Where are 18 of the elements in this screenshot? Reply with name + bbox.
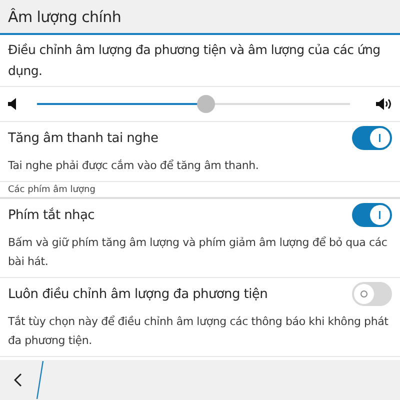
setting-label: Tăng âm thanh tai nghe (8, 130, 158, 146)
description-text: Điều chỉnh âm lượng đa phương tiện và âm lượng của các ứng dụng. (0, 35, 400, 87)
setting-label: Phím tắt nhạc (8, 208, 94, 222)
page-title: Âm lượng chính (8, 8, 122, 26)
toggle-switch[interactable] (352, 282, 392, 306)
slider-thumb[interactable] (197, 95, 216, 113)
off-mark-icon (360, 290, 368, 298)
toggle-switch[interactable] (352, 126, 392, 150)
setting-note: Tắt tùy chọn này để điều chỉnh âm lượng các thông báo khi không phát đa phương tiện. (0, 310, 400, 357)
volume-high-icon (376, 98, 392, 110)
toggle-switch[interactable] (352, 203, 392, 227)
setting-note: Bấm và giữ phím tăng âm lượng và phím giảm âm lượng để bỏ qua các bài hát. (0, 231, 400, 278)
section-header: Các phím âm lượng (0, 182, 400, 199)
back-button[interactable] (14, 373, 22, 387)
setting-note: Tai nghe phải được cắm vào để tăng âm thanh. (0, 154, 400, 182)
setting-label: Luôn điều chỉnh âm lượng đa phương tiện (8, 286, 268, 302)
divider-slash-icon (36, 361, 44, 399)
volume-low-icon (8, 98, 17, 110)
